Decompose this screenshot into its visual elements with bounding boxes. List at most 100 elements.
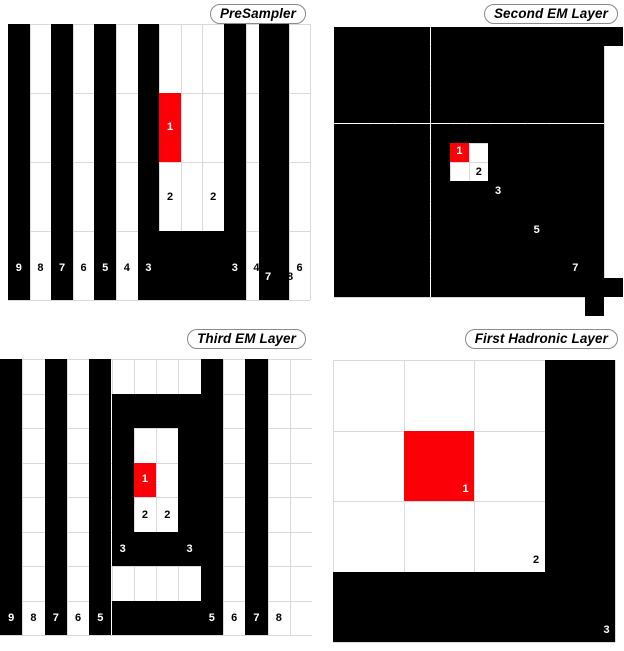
cell-black (527, 142, 547, 163)
gridline-horizontal (334, 297, 605, 299)
cell-black (584, 27, 605, 47)
cell-black (8, 162, 30, 231)
cell-black (565, 258, 585, 278)
cell-black (372, 123, 392, 143)
cell-black (245, 359, 268, 394)
cell-black (488, 277, 508, 298)
cell-black (527, 27, 547, 47)
cell-black (159, 231, 181, 300)
cell-black (89, 566, 112, 601)
cell-black (527, 239, 547, 259)
cell-black (245, 566, 268, 601)
cell-black (94, 93, 116, 162)
cell-black (391, 239, 412, 259)
cell-black (584, 162, 605, 182)
cell-black (546, 220, 566, 240)
cell-black (565, 65, 585, 85)
cell-black (546, 239, 566, 259)
cell-black (391, 46, 412, 66)
cell-black (527, 123, 547, 143)
cell-black (469, 46, 489, 66)
cell-black (178, 531, 201, 566)
panel-title-second-em-layer: Second EM Layer (483, 4, 618, 24)
gridline-vertical (604, 27, 606, 298)
grid-third-em-layer: 1223344987655678 (0, 359, 314, 636)
cell-label: 2 (164, 508, 171, 521)
cell-black (430, 123, 450, 143)
cell-black (372, 27, 392, 47)
cell-black (565, 162, 585, 182)
cell-black (565, 181, 585, 201)
cell-black (353, 84, 373, 105)
cell-black (353, 162, 373, 182)
cell-black (430, 239, 450, 259)
panel-title-third-em-layer: Third EM Layer (187, 329, 306, 349)
cell-black (353, 220, 373, 240)
cell-black (469, 220, 489, 240)
cell-black (391, 27, 412, 47)
cell-black (51, 231, 73, 300)
cell-black (584, 258, 605, 278)
cell-black (178, 462, 201, 497)
cell-black (372, 104, 392, 124)
cell-black (391, 142, 412, 163)
cell-black (353, 200, 373, 220)
cell-black (156, 531, 179, 566)
cell-black (430, 27, 450, 47)
cell-black (372, 200, 392, 220)
cell-black (565, 123, 585, 143)
cell-black (527, 65, 547, 85)
grid-second-em-layer: 123456789 (334, 27, 624, 317)
cell-black (178, 600, 201, 635)
cell-black (94, 24, 116, 93)
cell-black (488, 123, 508, 143)
cell-black (51, 162, 73, 231)
cell-black (430, 258, 450, 278)
cell-black (507, 181, 527, 201)
cell-black (488, 104, 508, 124)
cell-black (565, 200, 585, 220)
cell-red-seed (159, 93, 181, 162)
cell-black (527, 181, 547, 201)
cell-black (527, 104, 547, 124)
cell-black (507, 239, 527, 259)
cell-black (111, 497, 134, 532)
cell-black (334, 258, 354, 278)
cell-label: 6 (74, 612, 82, 625)
cell-black (584, 181, 605, 201)
cell-black (488, 162, 508, 182)
cell-black (430, 200, 450, 220)
cell-black (133, 531, 157, 566)
cell-black (353, 65, 373, 85)
cell-label: 2 (166, 190, 174, 203)
cell-black (372, 65, 392, 85)
cell-black (449, 181, 470, 201)
cell-black (469, 258, 489, 278)
cell-black (200, 462, 223, 497)
cell-black (507, 200, 527, 220)
cell-black (391, 277, 412, 298)
cell-black (507, 277, 527, 298)
cell-black (334, 123, 354, 143)
cell-black (565, 46, 585, 66)
cell-label: 8 (275, 612, 282, 625)
cell-black (411, 162, 431, 182)
cell-black (507, 258, 527, 278)
cell-black (89, 497, 112, 532)
cell-black (488, 27, 508, 47)
panel-title-first-hadronic-layer: First Hadronic Layer (464, 329, 618, 349)
cell-black (200, 600, 223, 635)
cell-black (544, 571, 615, 642)
cell-black (391, 220, 412, 240)
cell-black (156, 393, 179, 428)
cell-black (51, 24, 73, 93)
cell-label: 9 (610, 300, 617, 313)
cell-black (372, 220, 392, 240)
cell-black (89, 531, 112, 566)
cell-black (353, 181, 373, 201)
cell-black (488, 239, 508, 259)
cell-black (430, 220, 450, 240)
cell-black (430, 181, 450, 201)
cell-black (488, 181, 508, 201)
cell-black (411, 239, 431, 259)
